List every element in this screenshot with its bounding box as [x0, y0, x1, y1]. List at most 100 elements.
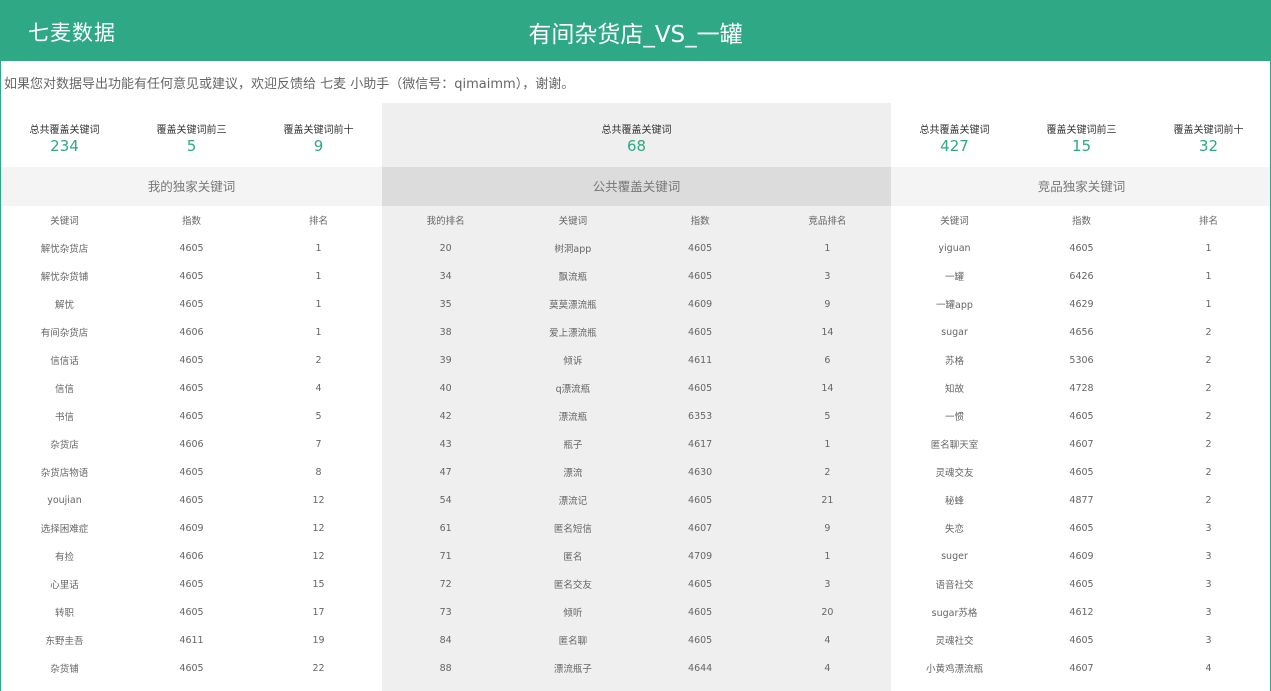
stat-value: 5	[186, 137, 197, 155]
table-cell: 倾听	[563, 608, 583, 619]
competitor-stats: 总共覆盖关键词 427 覆盖关键词前三 15 覆盖关键词前十 32	[891, 103, 1270, 167]
table-cell: 2	[1205, 466, 1212, 478]
table-cell: 倾诉	[563, 356, 583, 367]
table-cell: 4611	[179, 634, 204, 646]
column-header: 关键词	[558, 216, 588, 227]
table-cell: 杂货店	[50, 440, 79, 451]
table-row: 杂货店物语 4605 8	[1, 458, 382, 486]
column-header: 指数	[1071, 216, 1091, 227]
table-cell: 3	[1205, 634, 1212, 646]
table-cell: 树洞app	[554, 244, 592, 255]
competitor-exclusive-panel: 总共覆盖关键词 427 覆盖关键词前三 15 覆盖关键词前十 32 竞品独家关键…	[891, 103, 1270, 691]
table-cell: 1	[1205, 298, 1212, 310]
table-row: 转职 4605 17	[1, 598, 382, 626]
table-cell: 4605	[688, 494, 713, 506]
table-cell: 40	[439, 382, 452, 394]
table-cell: 4605	[179, 382, 204, 394]
column-header: 排名	[1198, 216, 1218, 227]
table-cell: 3	[1205, 606, 1212, 618]
table-cell: 4	[824, 634, 831, 646]
table-cell: 2	[1205, 494, 1212, 506]
table-row: 71 匿名 4709 1	[382, 542, 891, 570]
table-row: 灵魂交友 4605 2	[891, 458, 1270, 486]
table-header-row: 关键词 指数 排名	[1, 206, 382, 234]
column-header: 指数	[181, 216, 201, 227]
table-cell: 解忧杂货铺	[40, 272, 89, 283]
table-row: sugar苏格 4612 3	[891, 598, 1270, 626]
table-cell: 6426	[1069, 270, 1094, 282]
stat-value: 15	[1071, 137, 1092, 155]
table-cell: 小黄鸡漂流瓶	[925, 664, 983, 675]
stat-label: 总共覆盖关键词	[601, 125, 672, 136]
column-header: 关键词	[50, 216, 79, 227]
stat-value: 68	[626, 137, 647, 155]
table-cell: 1	[315, 270, 322, 282]
stat-label: 覆盖关键词前三	[156, 125, 227, 136]
header-bar: 七麦数据 有间杂货店_VS_一罐	[1, 0, 1270, 61]
table-cell: 4605	[688, 606, 713, 618]
table-cell: 5	[315, 410, 322, 422]
stat-top10: 覆盖关键词前十 32	[1145, 103, 1270, 167]
table-cell: 杂货铺	[50, 664, 79, 675]
table-cell: 4656	[1069, 326, 1094, 338]
table-cell: 34	[439, 270, 452, 282]
table-cell: 17	[312, 606, 325, 618]
table-row: 40 q漂流瓶 4605 14	[382, 374, 891, 402]
table-cell: sugar苏格	[931, 608, 978, 619]
table-row: 一罐app 4629 1	[891, 290, 1270, 318]
page-title: 有间杂货店_VS_一罐	[528, 22, 743, 48]
table-cell: 匿名短信	[553, 524, 592, 535]
table-cell: 4605	[179, 242, 204, 254]
table-cell: 19	[312, 634, 325, 646]
stat-total: 总共覆盖关键词 68	[382, 103, 891, 167]
table-row: 54 漂流记 4605 21	[382, 486, 891, 514]
table-cell: 1	[824, 242, 831, 254]
table-cell: 4605	[179, 466, 204, 478]
table-row: 杂货店 4606 7	[1, 430, 382, 458]
table-cell: 2	[1205, 438, 1212, 450]
table-cell: 灵魂交友	[935, 468, 974, 479]
column-header: 竞品排名	[808, 216, 847, 227]
keyword-table: 我的排名 关键词 指数 竞品排名 20 树洞app 4605 1 34 飘流瓶 4605 3 3…	[382, 206, 891, 682]
table-cell: 4605	[179, 354, 204, 366]
table-cell: 61	[439, 522, 452, 534]
table-cell: 8	[315, 466, 322, 478]
table-cell: 35	[439, 298, 452, 310]
table-cell: 3	[1205, 522, 1212, 534]
table-cell: 匿名交友	[553, 580, 592, 591]
table-cell: 匿名聊天室	[930, 440, 979, 451]
table-row: 秘蜂 4877 2	[891, 486, 1270, 514]
table-cell: 4605	[1069, 410, 1094, 422]
stat-top10: 覆盖关键词前十 9	[255, 103, 382, 167]
table-cell: 4605	[1069, 466, 1094, 478]
table-cell: 1	[1205, 270, 1212, 282]
table-cell: 4605	[179, 494, 204, 506]
table-cell: 灵魂社交	[935, 636, 974, 647]
table-cell: 4709	[688, 550, 713, 562]
table-row: 35 莫莫漂流瓶 4609 9	[382, 290, 891, 318]
table-cell: 5	[824, 410, 831, 422]
table-cell: 4605	[688, 382, 713, 394]
table-row: 73 倾听 4605 20	[382, 598, 891, 626]
stat-value: 9	[313, 137, 324, 155]
table-header-row: 我的排名 关键词 指数 竞品排名	[382, 206, 891, 234]
table-cell: 语音社交	[935, 580, 974, 591]
table-cell: 东野圭吾	[45, 636, 84, 647]
table-cell: 15	[312, 578, 325, 590]
table-cell: 一罐	[944, 272, 964, 283]
table-cell: 2	[315, 354, 322, 366]
table-row: yiguan 4605 1	[891, 234, 1270, 262]
table-cell: 解忧	[54, 300, 74, 311]
my-exclusive-panel: 总共覆盖关键词 234 覆盖关键词前三 5 覆盖关键词前十 9 我的独家关键词 …	[1, 103, 382, 691]
table-cell: 爱上漂流瓶	[549, 328, 597, 339]
table-cell: 杂货店物语	[40, 468, 89, 479]
table-cell: 4609	[688, 298, 713, 310]
table-row: 心里话 4605 15	[1, 570, 382, 598]
stat-label: 覆盖关键词前十	[283, 125, 354, 136]
table-cell: youjian	[47, 494, 82, 506]
table-cell: 4877	[1069, 494, 1094, 506]
stat-value: 234	[50, 137, 79, 155]
table-cell: 4605	[179, 410, 204, 422]
table-cell: 信信	[54, 384, 74, 395]
table-cell: 9	[824, 522, 831, 534]
